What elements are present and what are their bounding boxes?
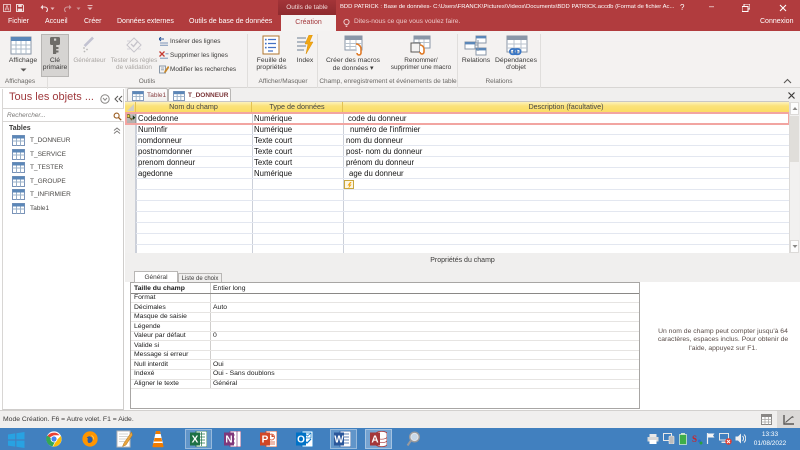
svg-text:P: P xyxy=(262,435,269,446)
svg-text:W: W xyxy=(334,435,344,446)
svg-text:N: N xyxy=(225,435,232,446)
svg-text:S: S xyxy=(692,434,697,444)
svg-text:O: O xyxy=(297,435,305,446)
svg-text:A: A xyxy=(371,435,378,446)
svg-text:X: X xyxy=(192,435,199,446)
